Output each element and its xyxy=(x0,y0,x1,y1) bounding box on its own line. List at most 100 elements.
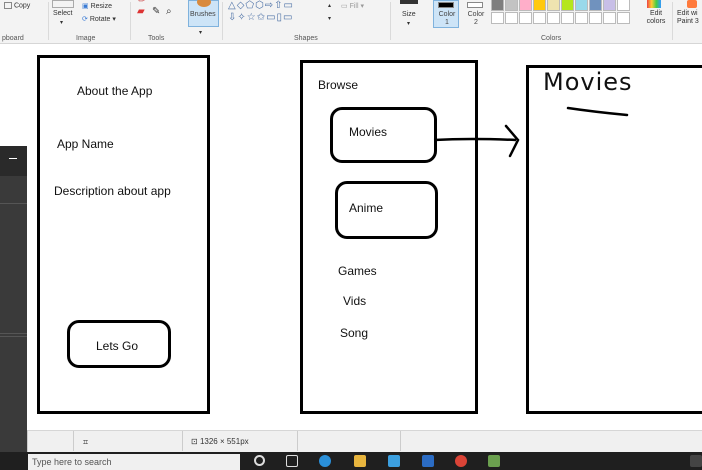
resize-button[interactable]: ▣ Resize xyxy=(82,2,112,10)
about-title: About the App xyxy=(77,84,153,98)
palette-color-swatch[interactable] xyxy=(589,12,602,24)
palette-color-swatch[interactable] xyxy=(491,0,504,11)
ribbon-toolbar: Copy pboard Select ▾ ▣ Resize ⟳ Rotate ▾… xyxy=(0,0,702,44)
games-label: Games xyxy=(338,264,377,278)
size-dropdown-icon[interactable]: ▾ xyxy=(407,20,410,27)
palette-color-swatch[interactable] xyxy=(533,12,546,24)
palette-color-swatch[interactable] xyxy=(617,12,630,24)
palette-color-swatch[interactable] xyxy=(533,0,546,11)
divider xyxy=(0,336,27,337)
color1-swatch xyxy=(438,2,454,8)
palette-color-swatch[interactable] xyxy=(561,0,574,11)
shapes-more-icon[interactable]: ▾ xyxy=(328,15,331,22)
windows-taskbar: Type here to search xyxy=(0,452,702,470)
palette-color-swatch[interactable] xyxy=(547,12,560,24)
divider xyxy=(297,431,298,451)
brush-icon xyxy=(197,0,211,7)
status-bar: ⌗ ⊡ 1326 × 551px xyxy=(27,430,702,452)
canvas-position-icon: ⌗ xyxy=(83,437,89,447)
palette-color-swatch[interactable] xyxy=(547,0,560,11)
mail-icon[interactable] xyxy=(422,455,434,467)
palette-color-swatch[interactable] xyxy=(491,12,504,24)
edit-colors-button[interactable]: Edit colors xyxy=(643,10,669,26)
minimize-icon[interactable] xyxy=(9,158,17,159)
navigation-arrow xyxy=(433,124,520,158)
browse-title: Browse xyxy=(318,78,359,92)
select-button[interactable]: Select xyxy=(53,10,72,17)
edit-with-paint3d-button[interactable]: Edit wi Paint 3 xyxy=(677,10,702,26)
magnifier-icon[interactable]: ⌕ xyxy=(166,6,172,17)
resize-icon: ▣ xyxy=(82,3,89,10)
eraser-icon[interactable]: ▰ xyxy=(137,6,145,17)
canvas-size-icon: ⊡ xyxy=(191,437,198,446)
divider xyxy=(27,430,28,452)
color1-button[interactable]: Color 1 xyxy=(433,0,459,28)
shapes-gallery[interactable]: △◇⬠⬡⇨⇧▭ ⇩✧☆✩▭▯▭ xyxy=(228,0,333,26)
tools-group-label: Tools xyxy=(148,35,165,42)
color2-button[interactable]: Color 2 xyxy=(462,0,488,28)
palette-color-swatch[interactable] xyxy=(575,0,588,11)
paint-app-icon[interactable] xyxy=(488,455,500,467)
color-palette xyxy=(491,0,631,26)
palette-color-swatch[interactable] xyxy=(603,12,616,24)
movies-screen-title: Movies xyxy=(543,68,633,96)
shapes-scroll-up-icon[interactable]: ▴ xyxy=(328,2,331,9)
file-explorer-icon[interactable] xyxy=(354,455,366,467)
description-label: Description about app xyxy=(54,184,171,198)
divider xyxy=(0,333,27,334)
shapes-row[interactable]: △◇⬠⬡⇨⇧▭ xyxy=(228,0,333,12)
app-name-label: App Name xyxy=(57,137,114,151)
palette-color-swatch[interactable] xyxy=(561,12,574,24)
brushes-button[interactable]: Brushes xyxy=(188,0,219,27)
copy-icon xyxy=(4,2,12,9)
fill-icon: ▭ xyxy=(341,3,348,10)
ribbon-separator xyxy=(672,2,673,40)
select-dropdown-icon[interactable]: ▾ xyxy=(60,19,63,26)
taskbar-search-input[interactable]: Type here to search xyxy=(28,454,240,470)
edit-colors-icon xyxy=(647,0,661,8)
ribbon-separator xyxy=(222,2,223,40)
colors-group-label: Colors xyxy=(541,35,562,42)
pencil-icon[interactable]: ✏ xyxy=(138,0,146,6)
task-view-icon[interactable] xyxy=(286,455,298,467)
size-icon xyxy=(400,0,418,4)
fill-button[interactable]: ▭ Fill ▾ xyxy=(341,2,364,10)
paint-window: Copy pboard Select ▾ ▣ Resize ⟳ Rotate ▾… xyxy=(0,0,702,470)
palette-color-swatch[interactable] xyxy=(519,12,532,24)
edge-icon[interactable] xyxy=(319,455,331,467)
song-label: Song xyxy=(340,326,369,340)
brushes-dropdown-icon[interactable]: ▾ xyxy=(199,29,202,36)
rotate-button[interactable]: ⟳ Rotate ▾ xyxy=(82,15,116,23)
divider xyxy=(73,431,74,451)
cortana-icon[interactable] xyxy=(254,455,265,466)
shapes-group-label: Shapes xyxy=(294,35,318,42)
image-group-label: Image xyxy=(76,35,96,42)
background-window-titlebar xyxy=(0,146,27,176)
size-button[interactable]: Size xyxy=(402,11,416,18)
palette-color-swatch[interactable] xyxy=(505,12,518,24)
palette-color-swatch[interactable] xyxy=(505,0,518,11)
chrome-icon[interactable] xyxy=(455,455,467,467)
rotate-icon: ⟳ xyxy=(82,16,88,23)
tray-icon[interactable] xyxy=(690,455,702,467)
store-icon[interactable] xyxy=(388,455,400,467)
divider xyxy=(0,203,27,204)
palette-color-swatch[interactable] xyxy=(589,0,602,11)
select-icon xyxy=(52,0,74,8)
color-picker-icon[interactable]: ✎ xyxy=(152,6,160,17)
palette-color-swatch[interactable] xyxy=(519,0,532,11)
palette-color-swatch[interactable] xyxy=(575,12,588,24)
shapes-row[interactable]: ⇩✧☆✩▭▯▭ xyxy=(228,12,333,24)
anime-label: Anime xyxy=(349,201,384,215)
divider xyxy=(400,431,401,451)
paint3d-icon xyxy=(687,0,697,8)
ribbon-separator xyxy=(130,2,131,40)
vids-label: Vids xyxy=(343,294,367,308)
palette-color-swatch[interactable] xyxy=(603,0,616,11)
palette-color-swatch[interactable] xyxy=(617,0,630,11)
divider xyxy=(182,431,183,451)
copy-button[interactable]: Copy xyxy=(4,2,30,9)
lets-go-label: Lets Go xyxy=(96,339,139,353)
movies-label: Movies xyxy=(349,125,388,139)
ribbon-separator xyxy=(390,2,391,40)
